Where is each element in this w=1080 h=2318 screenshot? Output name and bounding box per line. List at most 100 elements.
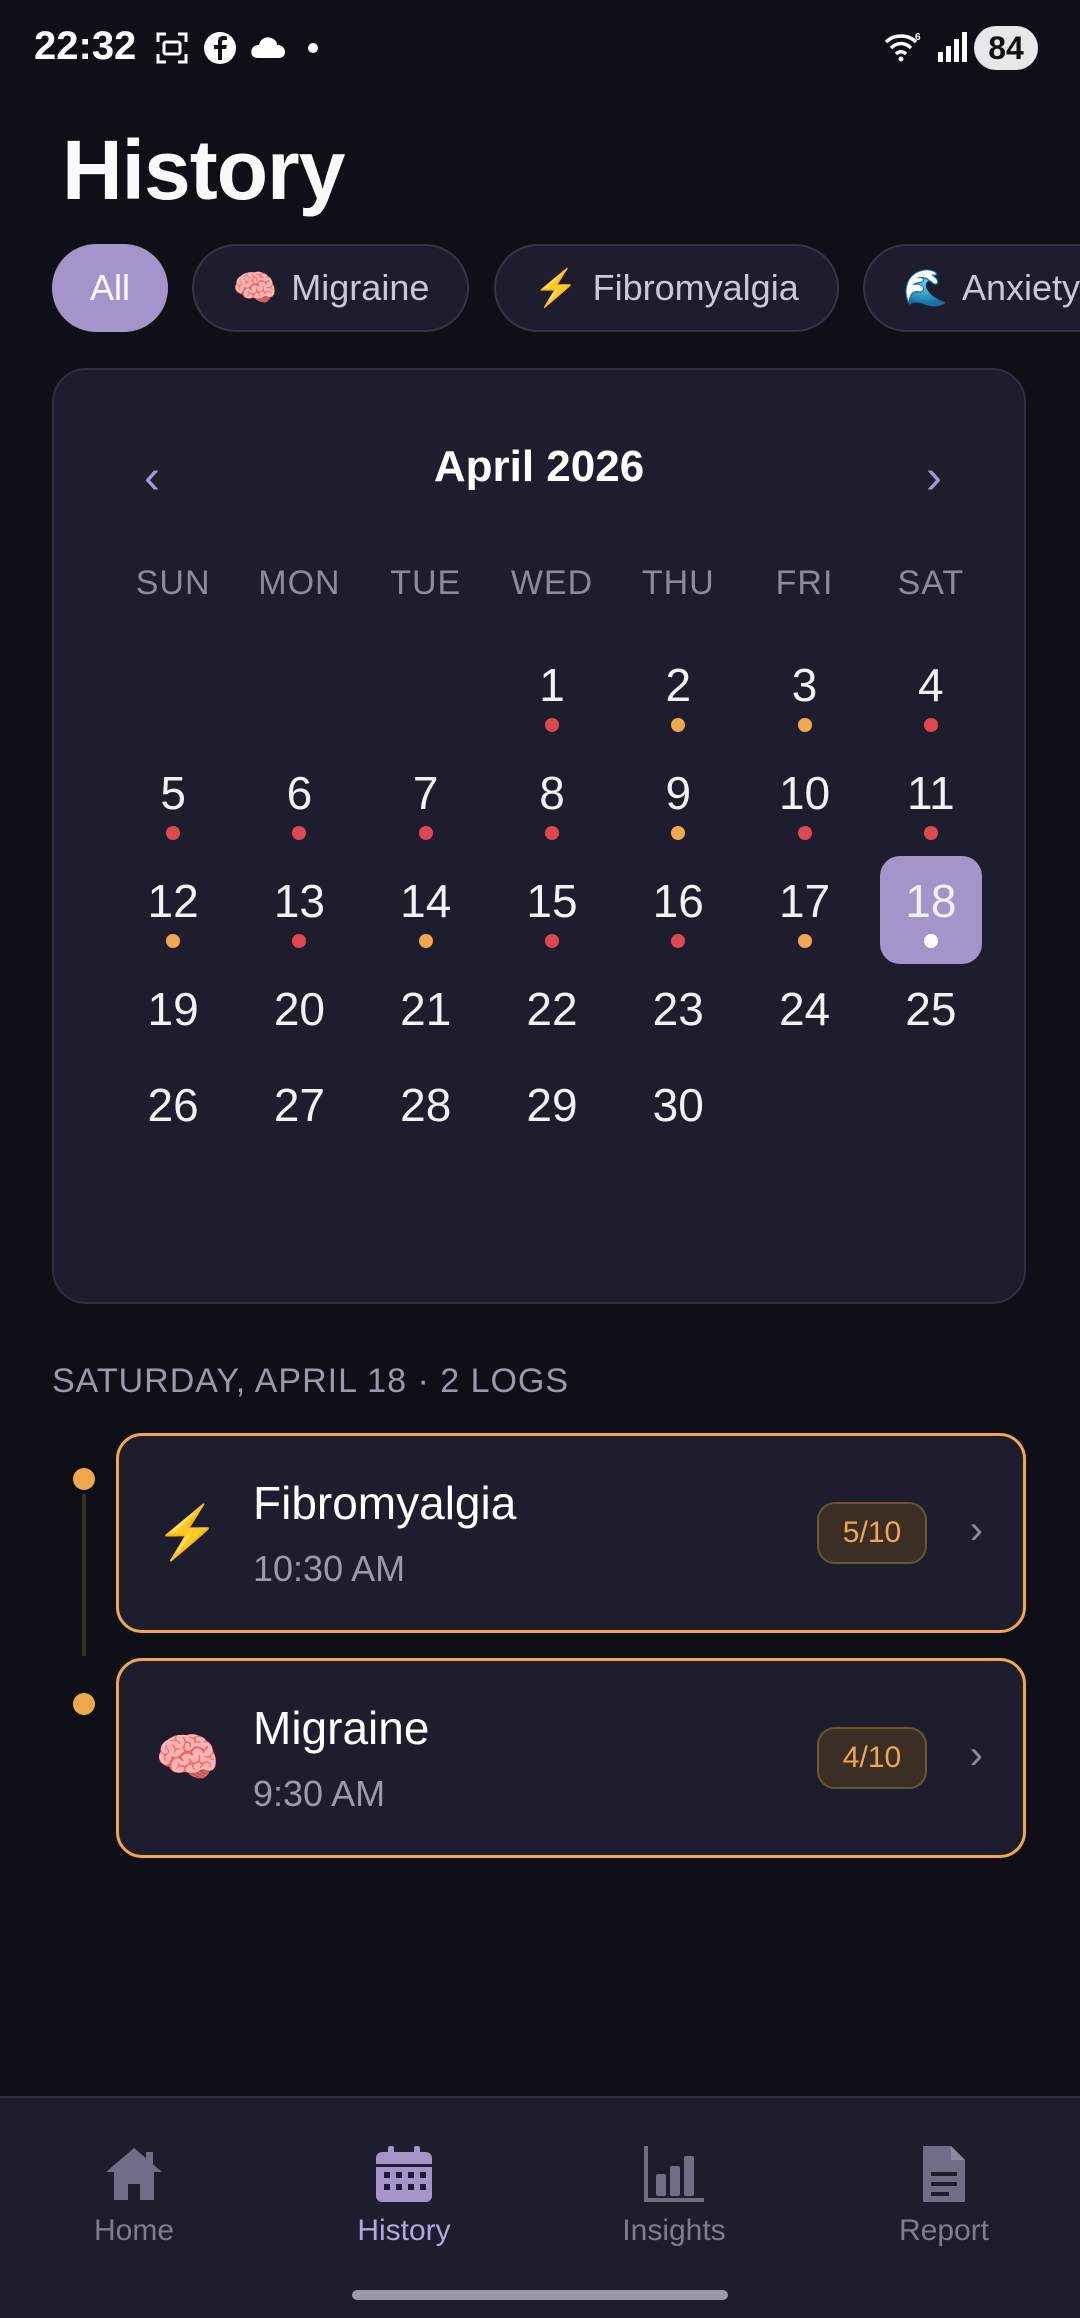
next-month-button[interactable]: ›	[904, 450, 964, 505]
log-card-migraine[interactable]: 🧠 Migraine 9:30 AM 4/10 ›	[116, 1658, 1026, 1858]
calendar-day[interactable]: 27	[236, 1060, 362, 1156]
weekday-label: THU	[641, 564, 715, 602]
calendar-day[interactable]: 14	[363, 856, 489, 964]
weekday-label: SUN	[135, 564, 211, 602]
svg-text:6: 6	[915, 32, 921, 43]
day-number: 20	[273, 983, 325, 1035]
day-number: 29	[526, 1079, 578, 1131]
weekday-label: SAT	[897, 564, 965, 602]
calendar-day[interactable]: 19	[110, 964, 236, 1060]
chip-label: Migraine	[291, 267, 430, 308]
selected-day-label: SATURDAY, APRIL 18 · 2 LOGS	[52, 1362, 570, 1400]
calendar-icon	[376, 2146, 432, 2202]
weekday-header: SUN MON TUE WED THU FRI SAT	[110, 564, 994, 603]
day-number: 12	[147, 875, 199, 927]
nav-home[interactable]: Home	[34, 2144, 234, 2248]
log-indicator-dot	[418, 826, 433, 840]
log-name: Migraine	[253, 1702, 430, 1754]
day-number: 5	[160, 767, 186, 819]
timeline-line	[82, 1494, 86, 1656]
timeline-dot	[73, 1693, 95, 1715]
day-number: 14	[400, 875, 452, 927]
filter-chips: All 🧠 Migraine ⚡ Fibromyalgia 🌊 Anxiety	[52, 244, 1080, 336]
wave-icon: 🌊	[903, 267, 948, 308]
calendar-day[interactable]: 17	[741, 856, 867, 964]
log-time: 9:30 AM	[253, 1773, 386, 1814]
status-bar: 22:32 6 84	[0, 0, 1080, 96]
document-icon	[923, 2146, 965, 2202]
day-number: 24	[778, 983, 831, 1035]
lightning-icon: ⚡	[155, 1504, 220, 1562]
day-number: 1	[539, 659, 565, 711]
calendar-day[interactable]: 20	[236, 964, 362, 1060]
calendar-day[interactable]: 28	[363, 1060, 489, 1156]
day-number: 8	[539, 767, 565, 819]
calendar-day[interactable]: 3	[741, 640, 867, 748]
log-card-fibromyalgia[interactable]: ⚡ Fibromyalgia 10:30 AM 5/10 ›	[116, 1433, 1026, 1633]
day-number: 15	[526, 875, 578, 927]
calendar-day[interactable]: 25	[868, 964, 994, 1060]
calendar-week-row: 26 27 28 29 30	[110, 1060, 994, 1156]
severity-badge: 4/10	[817, 1727, 927, 1789]
calendar-day[interactable]: 7	[363, 748, 489, 856]
weekday-label: TUE	[390, 564, 462, 602]
day-number: 13	[273, 875, 325, 927]
nav-label: History	[357, 2214, 451, 2247]
calendar-day[interactable]: 15	[489, 856, 615, 964]
calendar-day[interactable]: 21	[363, 964, 489, 1060]
calendar-day[interactable]: 8	[489, 748, 615, 856]
chip-migraine[interactable]: 🧠 Migraine	[192, 244, 470, 332]
log-indicator-dot	[671, 934, 686, 948]
battery-indicator: 84	[974, 26, 1038, 70]
calendar-day[interactable]: 5	[110, 748, 236, 856]
log-indicator-dot	[797, 934, 812, 948]
calendar-day[interactable]: 2	[615, 640, 741, 748]
calendar-day[interactable]: 13	[236, 856, 362, 964]
calendar-day[interactable]: 4	[868, 640, 994, 748]
calendar-day[interactable]: 24	[741, 964, 867, 1060]
calendar-day[interactable]: 23	[615, 964, 741, 1060]
log-indicator-dot	[797, 718, 812, 732]
chip-anxiety[interactable]: 🌊 Anxiety	[863, 244, 1080, 332]
weekday-label: WED	[510, 564, 594, 602]
calendar-day[interactable]: 22	[489, 964, 615, 1060]
dot-icon	[308, 43, 318, 53]
day-number: 4	[918, 659, 944, 711]
calendar-day[interactable]: 26	[110, 1060, 236, 1156]
calendar-day[interactable]: 6	[236, 748, 362, 856]
chip-all[interactable]: All	[52, 244, 169, 332]
day-number: 28	[400, 1079, 452, 1131]
bar-chart-icon	[644, 2146, 704, 2202]
nav-label: Insights	[622, 2214, 726, 2247]
brain-icon: 🧠	[232, 267, 278, 308]
log-indicator-dot	[544, 826, 559, 840]
nav-report[interactable]: Report	[844, 2144, 1044, 2248]
calendar-day[interactable]: 29	[489, 1060, 615, 1156]
day-number: 22	[526, 983, 578, 1035]
weekday-label: FRI	[775, 564, 834, 602]
chip-label: Anxiety	[962, 267, 1080, 308]
day-number: 17	[778, 875, 831, 927]
calendar-day[interactable]: 9	[615, 748, 741, 856]
day-number: 23	[652, 983, 704, 1035]
calendar-day[interactable]: 1	[489, 640, 615, 748]
calendar-day[interactable]: 11	[868, 748, 994, 856]
chip-fibromyalgia[interactable]: ⚡ Fibromyalgia	[493, 244, 839, 332]
day-number: 2	[665, 659, 692, 711]
nav-history[interactable]: History	[304, 2144, 504, 2248]
signal-icon	[938, 32, 967, 62]
lightning-icon: ⚡	[533, 267, 579, 308]
calendar-day[interactable]: 16	[615, 856, 741, 964]
nav-label: Report	[898, 2214, 990, 2247]
day-number: 10	[778, 767, 831, 819]
calendar-day[interactable]: 12	[110, 856, 236, 964]
calendar-day[interactable]: 30	[615, 1060, 741, 1156]
calendar-day-selected[interactable]: 18	[868, 856, 994, 964]
log-indicator-dot	[166, 826, 181, 840]
home-icon	[106, 2148, 162, 2200]
day-number: 25	[905, 983, 957, 1035]
chevron-right-icon: ›	[969, 1508, 983, 1552]
status-time: 22:32	[34, 24, 137, 68]
nav-insights[interactable]: Insights	[574, 2144, 774, 2248]
calendar-day[interactable]: 10	[741, 748, 867, 856]
